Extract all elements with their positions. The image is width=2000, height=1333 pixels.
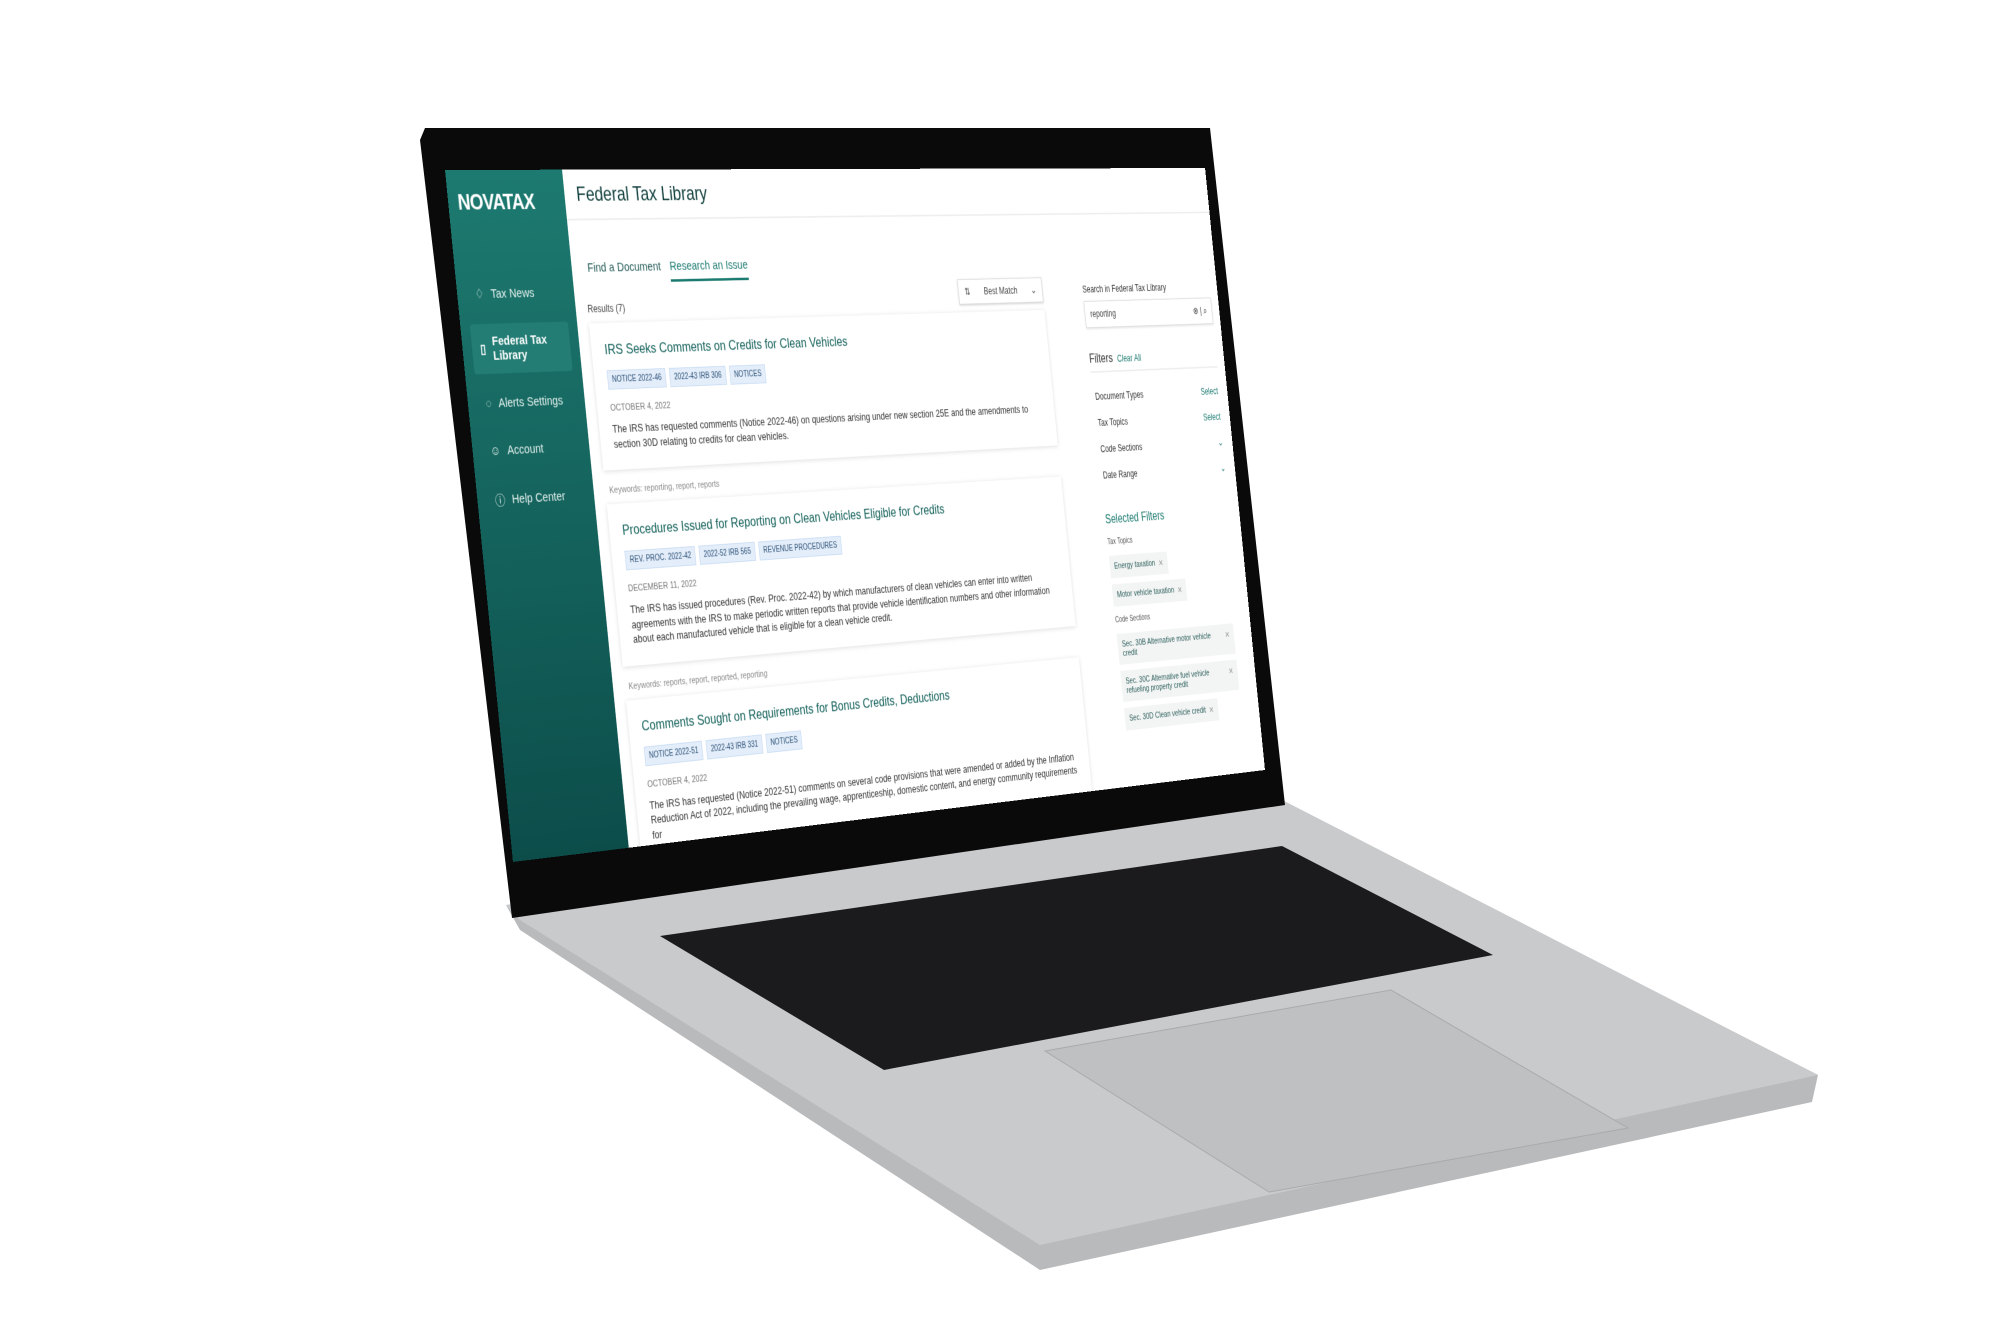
sort-dropdown[interactable]: ⇅ Best Match ⌄ [957,277,1044,305]
result-card[interactable]: Procedures Issued for Reporting on Clean… [606,476,1076,667]
select-link[interactable]: Select [1200,386,1218,397]
tag-badge[interactable]: NOTICES [728,364,767,385]
sidebar-item-alerts-settings[interactable]: ◌ Alerts Settings [476,383,577,422]
sidebar-item-label: Help Center [511,489,566,507]
tag-badge[interactable]: 2022-43 IRB 331 [705,734,764,760]
filter-label: Date Range [1102,467,1138,481]
results-count: Results (7) [586,302,626,316]
selected-filters-title: Selected Filters [1104,509,1165,527]
page-title: Federal Tax Library [562,168,1210,221]
tab-research-an-issue[interactable]: Research an Issue [668,257,750,282]
tabs: Find a Document Research an Issue [567,213,1215,284]
chip-label: Sec. 30D Clean vehicle credit [1128,705,1207,724]
sort-icon: ⇅ [963,286,971,298]
tag-badge[interactable]: REVENUE PROCEDURES [758,535,843,561]
filter-chip: Energy taxation ✕ [1108,551,1169,579]
clear-all-link[interactable]: Clear All [1117,352,1142,364]
sidebar-item-help-center[interactable]: ⓘ Help Center [485,476,587,520]
sort-value: Best Match [983,284,1018,297]
tag-badge[interactable]: REV. PROC. 2022-42 [624,546,697,571]
chip-label: Sec. 30B Alternative motor vehicle credi… [1121,631,1212,659]
filter-chip: Sec. 30D Clean vehicle credit ✕ [1123,698,1220,731]
main-content: Federal Tax Library Find a Document Rese… [562,168,1265,862]
result-title[interactable]: IRS Seeks Comments on Credits for Clean … [604,327,1037,358]
search-value: reporting [1089,307,1117,320]
select-link[interactable]: Select [1203,411,1221,422]
chip-label: Sec. 30C Alternative fuel vehicle refuel… [1125,668,1210,696]
filter-label: Tax Topics [1097,416,1129,429]
chevron-down-icon: ⌄ [1030,284,1037,296]
remove-icon[interactable]: ✕ [1177,585,1183,596]
filter-group-label: Tax Topics [1107,536,1133,547]
question-icon: ⓘ [494,493,507,509]
remove-icon[interactable]: ✕ [1228,666,1235,685]
tag-badge[interactable]: NOTICES [765,730,803,753]
app-screen: NOVATAX ♢ Tax News ▯ Federal Tax Library ◌… [445,168,1265,862]
sidebar-item-label: Account [506,441,545,458]
sidebar-item-federal-tax-library[interactable]: ▯ Federal Tax Library [469,321,573,375]
chip-label: Motor vehicle taxation [1116,585,1175,600]
chip-label: Energy taxation [1113,558,1156,572]
tag-badge[interactable]: 2022-43 IRB 306 [668,365,728,388]
logo: NOVATAX [456,188,536,215]
sidebar-item-label: Alerts Settings [497,393,564,411]
remove-icon[interactable]: ✕ [1209,705,1215,716]
search-icon[interactable]: ⌕ [1203,305,1208,316]
tag-badge[interactable]: NOTICE 2022-51 [643,740,704,766]
chevron-down-icon[interactable]: ⌄ [1220,463,1226,474]
results-list: Results (7) ⇅ Best Match ⌄ IRS Seeks Comme… [585,277,1094,862]
filter-label: Code Sections [1099,441,1143,455]
sidebar-item-account[interactable]: ☺ Account [480,429,581,469]
remove-icon[interactable]: ✕ [1158,558,1164,569]
clear-icon[interactable]: ⊗ [1192,305,1198,316]
search-label: Search in Federal Tax Library [1081,282,1167,295]
remove-icon[interactable]: ✕ [1224,630,1231,649]
search-input[interactable]: reporting ⊗ | ⌕ [1083,297,1214,329]
filter-chip: Sec. 30C Alternative fuel vehicle refuel… [1120,659,1240,703]
tab-find-a-document[interactable]: Find a Document [587,259,663,283]
sidebar-item-tax-news[interactable]: ♢ Tax News [465,274,567,312]
filter-chip: Sec. 30B Alternative motor vehicle credi… [1116,623,1236,665]
filter-label: Document Types [1094,389,1144,403]
user-icon: ☺ [489,443,502,459]
tag-list: NOTICE 2022-46 2022-43 IRB 306 NOTICES [606,354,1040,390]
sidebar-item-label: Federal Tax Library [491,332,548,364]
filter-chip: Motor vehicle taxation ✕ [1111,578,1188,607]
sidebar-item-label: Tax News [489,285,535,301]
bell-icon: ♢ [474,286,485,302]
result-card[interactable]: IRS Seeks Comments on Credits for Clean … [588,310,1058,471]
filters-title: Filters [1088,351,1114,366]
bell-icon: ◌ [484,396,493,412]
tag-badge[interactable]: NOTICE 2022-46 [606,368,667,390]
document-icon: ▯ [479,342,487,357]
tag-badge[interactable]: 2022-52 IRB 565 [698,541,757,565]
chevron-down-icon[interactable]: ⌄ [1217,437,1223,448]
filter-group-label: Code Sections [1114,613,1151,625]
